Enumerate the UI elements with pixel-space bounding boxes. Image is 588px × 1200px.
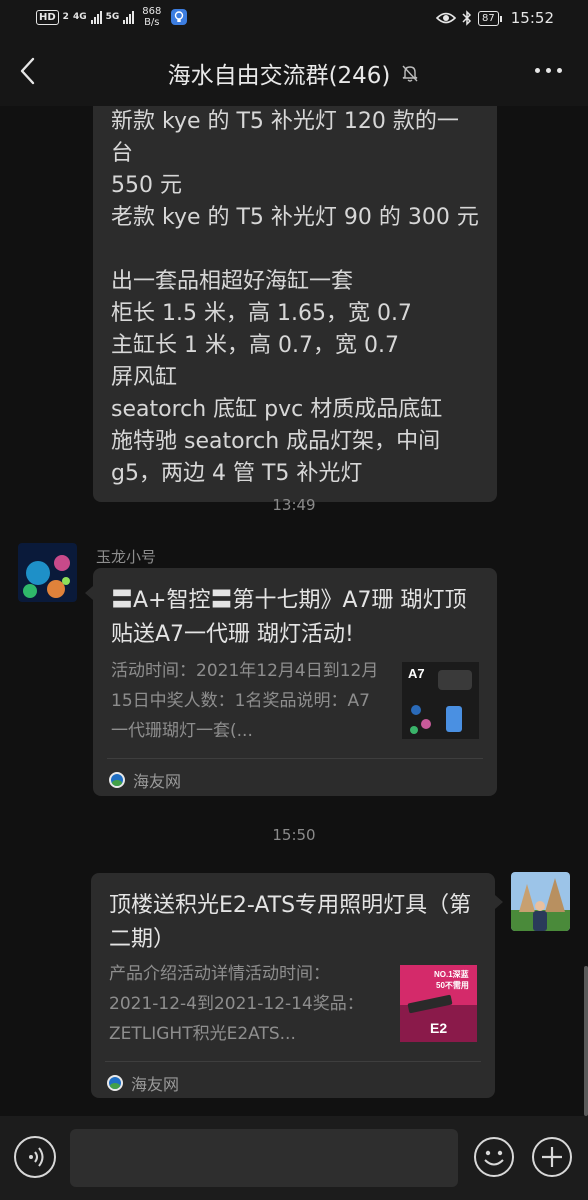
message-line: seatorch 底缸 pvc 材质成品底缸	[111, 397, 443, 422]
more-options-button[interactable]	[535, 68, 562, 73]
hd-badge: HD	[36, 9, 59, 25]
card-title: 顶楼送积光E2-ATS专用照明灯具（第二期）	[109, 893, 472, 952]
timestamp: 15:50	[272, 826, 316, 844]
title-wrap: 海水自由交流群(246)	[0, 56, 588, 90]
thumb-text-top: NO.1深蓝	[434, 969, 469, 979]
input-bar	[0, 1116, 588, 1200]
text-message-bubble[interactable]: 新款 kye 的 T5 补光灯 120 款的一台 550 元 老款 kye 的 …	[93, 106, 497, 502]
plus-icon	[532, 1137, 572, 1177]
card-divider	[107, 758, 483, 759]
chat-area[interactable]: 新款 kye 的 T5 补光灯 120 款的一台 550 元 老款 kye 的 …	[0, 106, 588, 1116]
aquarium-avatar-image	[18, 543, 77, 602]
source-name: 海友网	[131, 1075, 180, 1094]
more-functions-button[interactable]	[531, 1136, 573, 1178]
status-bar: HD 2 4G 5G 868 B/s 87 15:52	[0, 0, 588, 38]
emoji-icon	[474, 1137, 514, 1177]
network-type-2: 5G	[105, 12, 120, 22]
thumb-text-mid: 50不需用	[436, 980, 469, 990]
speed-unit: B/s	[144, 17, 160, 28]
message-line: 屏风缸	[111, 365, 178, 390]
bubble-tail	[495, 895, 503, 909]
status-right: 87 15:52	[436, 9, 554, 27]
card-description: 产品介绍活动详情活动时间：2021-12-4到2021-12-14奖品：ZETL…	[109, 964, 364, 1044]
card-title: 〓A+智控〓第十七期》A7珊 瑚灯顶贴送A7一代珊 瑚灯活动!	[111, 588, 467, 647]
thumb-label: A7	[408, 666, 425, 681]
timestamp: 13:49	[272, 496, 316, 514]
clock: 15:52	[510, 9, 554, 27]
network-speed: 868 B/s	[142, 6, 161, 28]
source-logo-icon	[107, 1075, 123, 1091]
message-line: 柜长 1.5 米，高 1.65，宽 0.7	[111, 301, 412, 326]
notification-app-icon	[171, 9, 188, 25]
card-thumbnail: NO.1深蓝 50不需用 E2	[400, 965, 477, 1042]
source-logo-icon	[109, 772, 125, 788]
card-description: 活动时间：2021年12月4日到12月15日中奖人数：1名奖品说明：A7一代珊瑚…	[111, 661, 379, 741]
message-input[interactable]	[70, 1129, 458, 1187]
sender-avatar[interactable]	[18, 543, 77, 602]
message-line: 新款 kye 的 T5 补光灯 120 款的一台	[111, 109, 459, 166]
mute-bell-icon	[402, 65, 418, 82]
card-thumbnail: A7	[402, 662, 479, 739]
link-card-sent[interactable]: 顶楼送积光E2-ATS专用照明灯具（第二期） 产品介绍活动详情活动时间：2021…	[91, 873, 495, 1098]
chat-header: 海水自由交流群(246)	[0, 38, 588, 106]
card-divider	[105, 1061, 481, 1062]
message-line: 主缸长 1 米，高 0.7，宽 0.7	[111, 333, 399, 358]
chat-title: 海水自由交流群(246)	[167, 63, 391, 89]
signal-icon-2	[123, 10, 135, 24]
bubble-tail	[85, 586, 93, 600]
message-line: 550 元	[111, 173, 182, 198]
sender-name: 玉龙小号	[96, 548, 157, 566]
bluetooth-icon	[462, 10, 472, 26]
message-line: g5，两边 4 管 T5 补光灯	[111, 461, 363, 486]
voice-icon	[29, 1147, 44, 1167]
status-left: HD 2 4G 5G 868 B/s	[36, 6, 188, 28]
eye-icon	[436, 12, 457, 24]
battery-icon: 87	[478, 10, 502, 26]
scrollbar[interactable]	[584, 966, 588, 1116]
source-name: 海友网	[133, 772, 182, 791]
message-line: 出一套品相超好海缸一套	[111, 269, 354, 294]
speed-value: 868	[142, 6, 162, 17]
message-line: 施特驰 seatorch 成品灯架，中间	[111, 429, 441, 454]
card-source: 海友网	[109, 768, 181, 792]
message-line	[111, 234, 479, 266]
network-type-1: 4G	[72, 12, 87, 22]
card-source: 海友网	[107, 1071, 179, 1095]
thumb-text-bottom: E2	[430, 1020, 447, 1036]
portrait-avatar-image	[511, 872, 570, 931]
emoji-button[interactable]	[473, 1136, 515, 1178]
my-avatar[interactable]	[511, 872, 570, 931]
voice-button[interactable]	[14, 1136, 56, 1178]
signal-icon	[90, 10, 102, 24]
sim-number: 2	[62, 12, 69, 22]
message-line: 老款 kye 的 T5 补光灯 90 的 300 元	[111, 205, 479, 230]
link-card[interactable]: 〓A+智控〓第十七期》A7珊 瑚灯顶贴送A7一代珊 瑚灯活动! 活动时间：202…	[93, 568, 497, 796]
